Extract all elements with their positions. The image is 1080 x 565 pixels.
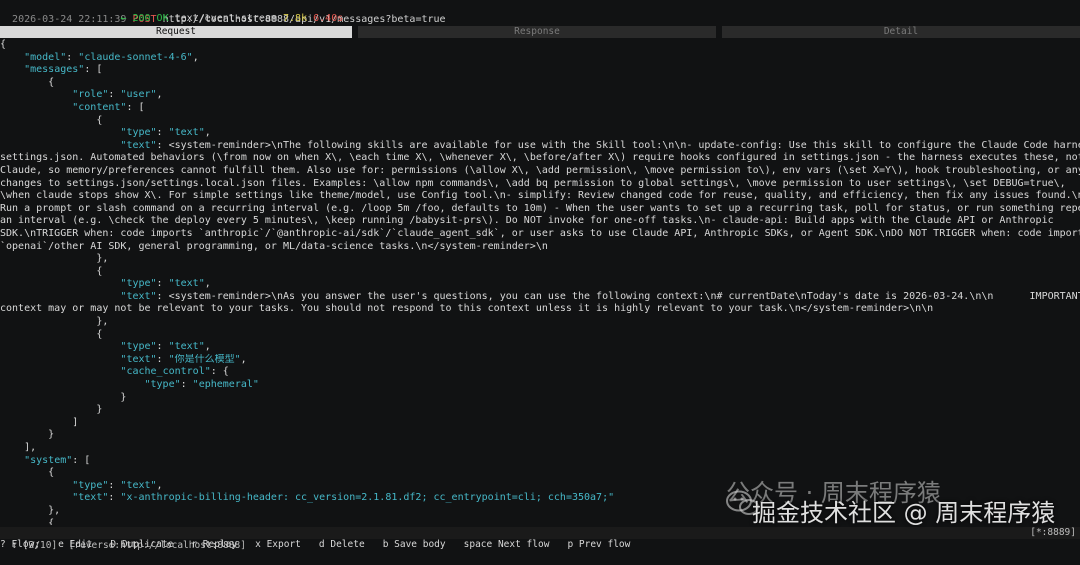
body-line: ] bbox=[0, 416, 79, 428]
body-line: { bbox=[0, 114, 103, 126]
keybinding-label: Edit bbox=[63, 539, 93, 550]
keybinding-save-body[interactable]: b Save body bbox=[383, 539, 446, 551]
tab-response[interactable]: Response bbox=[358, 26, 716, 38]
keybinding-flow[interactable]: ? Flow; bbox=[0, 539, 40, 551]
tab-detail[interactable]: Detail bbox=[722, 26, 1080, 38]
keybinding-bar: ? Flow; e Edit D Duplicate r Replay x Export… bbox=[0, 539, 1080, 551]
body-line: ], bbox=[0, 442, 37, 453]
keybinding-label: Replay bbox=[197, 539, 238, 550]
body-line: { bbox=[0, 76, 55, 88]
body-line: "text": <system-reminder>\nAs you answer… bbox=[120, 290, 1080, 302]
keybinding-export[interactable]: x Export bbox=[255, 539, 301, 551]
body-line: "type": "text", bbox=[120, 278, 211, 290]
body-line: "messages": [ bbox=[24, 64, 103, 76]
body-line: "type": "text", bbox=[120, 127, 211, 139]
body-line: } bbox=[0, 429, 55, 441]
keybinding-label: Prev flow bbox=[573, 539, 631, 550]
keybinding-duplicate[interactable]: D Duplicate bbox=[110, 539, 173, 551]
watermark-line-1: 公众号 · 周末程序猿 bbox=[726, 479, 941, 507]
request-body-viewer[interactable]: { "model": "claude-sonnet-4-6", "message… bbox=[0, 39, 1080, 525]
response-arrow-icon: ← bbox=[120, 13, 133, 24]
keybinding-delete[interactable]: d Delete bbox=[319, 539, 365, 551]
tab-bar: Request Response Detail bbox=[0, 26, 1080, 38]
keybinding-label: Delete bbox=[324, 539, 365, 550]
body-line: "content": [ bbox=[72, 101, 145, 113]
flow-response-line: ← 200 OK text/event-stream 7.8k 6.40s bbox=[0, 13, 1080, 25]
body-line: Run a prompt or slash command on a recur… bbox=[0, 202, 1080, 214]
keybinding-label: Export bbox=[260, 539, 301, 550]
body-line: \when claude stops show X\. For simple s… bbox=[0, 190, 1080, 202]
body-line: { bbox=[0, 328, 103, 340]
body-line: }, bbox=[0, 253, 109, 265]
watermark-line-2: 掘金技术社区 @ 周末程序猿 bbox=[752, 499, 1056, 527]
body-line: `openai`/other AI SDK, general programmi… bbox=[0, 240, 548, 252]
body-line: "model": "claude-sonnet-4-6", bbox=[24, 51, 199, 63]
body-line: settings.json. Automated behaviors (\fro… bbox=[0, 152, 1080, 164]
body-line: }, bbox=[0, 316, 109, 328]
keybinding-next-flow[interactable]: space Next flow bbox=[464, 539, 550, 551]
body-line: context may or may not be relevant to yo… bbox=[0, 303, 934, 315]
body-line: "type": "ephemeral" bbox=[144, 379, 259, 391]
body-line: "text": "你是什么模型", bbox=[120, 353, 247, 365]
keybinding-prev-flow[interactable]: p Prev flow bbox=[567, 539, 630, 551]
body-line: changes to settings.json/settings.local.… bbox=[0, 177, 1066, 189]
body-line: an interval (e.g. \check the deploy ever… bbox=[0, 215, 1054, 227]
keybinding-label: Duplicate bbox=[116, 539, 174, 550]
body-line: Claude, so memory/preferences cannot ful… bbox=[0, 164, 1080, 176]
body-line: SDK.\nTRIGGER when: code imports `anthro… bbox=[0, 227, 1080, 239]
listen-port: [*:8889] bbox=[1030, 527, 1076, 538]
body-line: "cache_control": { bbox=[120, 366, 229, 378]
body-line: "type": "text", bbox=[120, 341, 211, 353]
response-duration: 6.40s bbox=[313, 13, 344, 24]
body-line: "text": <system-reminder>\nThe following… bbox=[120, 139, 1080, 151]
response-status: 200 OK bbox=[132, 13, 169, 24]
body-line: } bbox=[0, 404, 103, 416]
body-line: { bbox=[0, 265, 103, 277]
tab-request[interactable]: Request bbox=[0, 26, 352, 38]
body-line: { bbox=[0, 39, 7, 50]
body-line: "system": [ bbox=[24, 454, 91, 466]
body-line: } bbox=[0, 391, 127, 403]
flow-request-line: 2026-03-24 22:11:39 POST http://localhos… bbox=[0, 1, 1080, 25]
keybinding-edit[interactable]: e Edit bbox=[58, 539, 92, 551]
status-bar: ↕ [2/10] [reverse:http://localhost:8888]… bbox=[0, 527, 1080, 551]
keybinding-label: Flow; bbox=[5, 539, 41, 550]
response-size: 7.8k bbox=[283, 13, 308, 24]
response-content-type: text/event-stream bbox=[174, 13, 277, 24]
body-line: "role": "user", bbox=[72, 89, 163, 101]
keybinding-replay[interactable]: r Replay bbox=[191, 539, 237, 551]
keybinding-key: space bbox=[463, 539, 493, 550]
body-line: { bbox=[0, 467, 55, 479]
keybinding-label: Next flow bbox=[492, 539, 550, 550]
keybinding-label: Save body bbox=[388, 539, 446, 550]
